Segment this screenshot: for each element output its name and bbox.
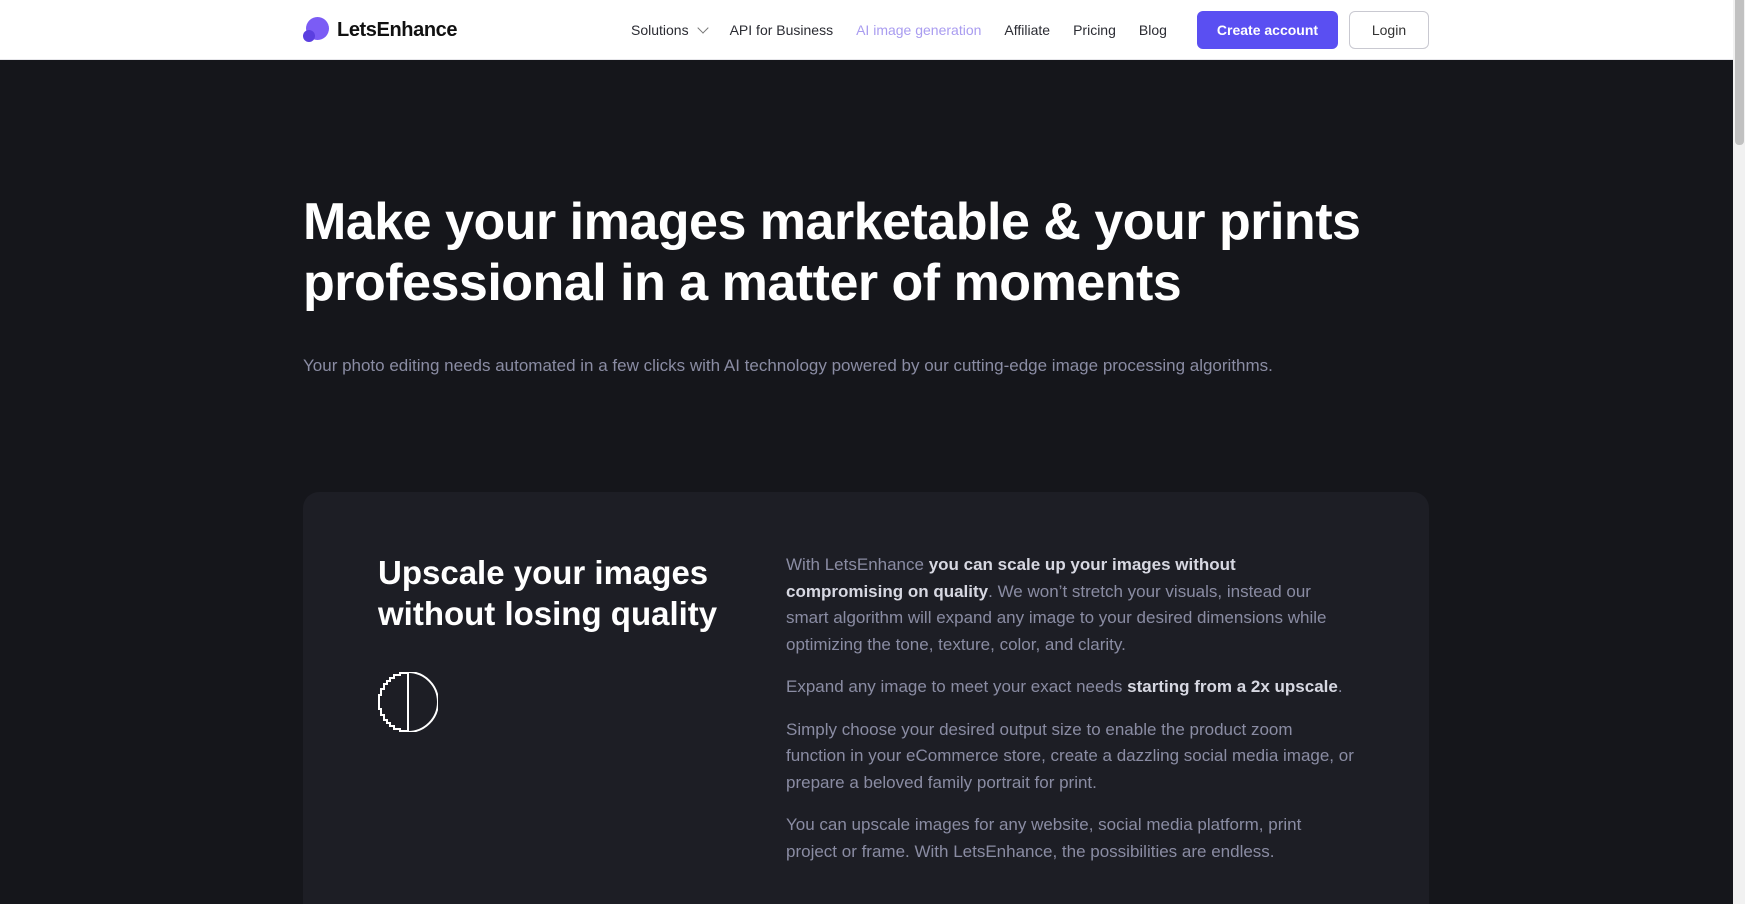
feature-card: Upscale your images without losing quali… [303,492,1429,904]
hero-title: Make your images marketable & your print… [303,193,1361,312]
chevron-down-icon [696,22,709,34]
logo[interactable]: LetsEnhance [303,17,457,43]
feature-description: With LetsEnhance you can scale up your i… [786,552,1356,881]
feature-paragraph-4: You can upscale images for any website, … [786,815,1302,861]
nav-blog[interactable]: Blog [1139,22,1167,38]
feature-paragraph-1: With LetsEnhance you can scale up your i… [786,555,1327,654]
nav-ai-image-generation[interactable]: AI image generation [856,22,981,38]
feature-paragraph-2: Expand any image to meet your exact need… [786,677,1343,696]
main-menu: Solutions API for Business AI image gene… [631,0,1190,60]
nav-solutions[interactable]: Solutions [631,22,709,38]
nav-api-for-business[interactable]: API for Business [730,22,834,38]
half-circle-icon [378,671,439,733]
hero-subtitle: Your photo editing needs automated in a … [303,356,1273,375]
feature-paragraph-3: Simply choose your desired output size t… [786,719,1354,792]
scrollbar-thumb[interactable] [1735,0,1744,145]
login-button[interactable]: Login [1349,11,1429,49]
top-nav: LetsEnhance Solutions API for Business A… [0,0,1733,60]
logo-text: LetsEnhance [337,18,458,41]
create-account-button[interactable]: Create account [1197,11,1338,49]
nav-pricing[interactable]: Pricing [1073,22,1116,38]
nav-affiliate[interactable]: Affiliate [1004,22,1050,38]
feature-title: Upscale your images without losing quali… [378,554,718,632]
logo-icon [303,17,329,43]
nav-solutions-label: Solutions [631,22,689,38]
